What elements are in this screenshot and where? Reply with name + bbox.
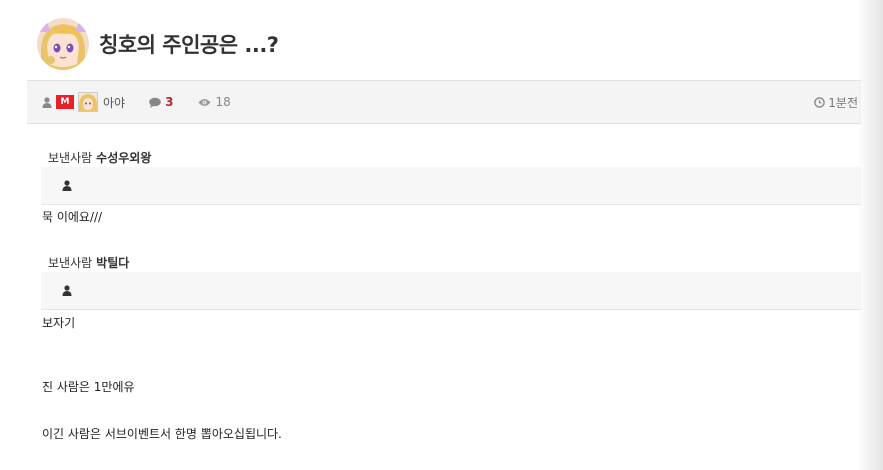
user-icon (62, 180, 72, 191)
clock-icon (814, 97, 826, 108)
sender-name[interactable]: 수성우외왕 (96, 151, 151, 165)
comment-count-group[interactable]: 3 (149, 95, 173, 109)
sender-label: 보낸사람 (48, 256, 93, 270)
author-avatar[interactable] (37, 18, 89, 70)
level-badge: M (56, 95, 74, 109)
sender-box-2 (41, 272, 861, 310)
sender-name[interactable]: 박틸다 (96, 256, 129, 270)
sender-box-1 (41, 167, 861, 205)
message-body-1: 묵 이에요/// (42, 210, 103, 224)
author-name[interactable]: 아야 (103, 94, 125, 111)
closing-line-1: 진 사람은 1만에유 (42, 380, 135, 394)
right-edge-shadow (857, 0, 883, 470)
closing-line-2: 이긴 사람은 서브이벤트서 한명 뽑아오십됩니다. (42, 427, 282, 441)
time-ago: 1분전 (828, 96, 858, 110)
comment-icon (149, 97, 161, 108)
user-icon (62, 285, 72, 296)
comment-count: 3 (165, 95, 174, 109)
user-icon (42, 96, 52, 108)
page: 칭호의 주인공은 ...? M 아야 3 18 1분전 보낸사람 수성우외왕 묵… (0, 0, 883, 470)
view-count-group: 18 (198, 95, 231, 109)
sender-line-1: 보낸사람 수성우외왕 (48, 149, 151, 166)
post-time: 1분전 (814, 94, 858, 111)
anime-avatar-image (37, 18, 89, 70)
post-header: 칭호의 주인공은 ...? (37, 18, 279, 70)
author-mini-avatar[interactable] (78, 92, 98, 112)
eye-icon (198, 98, 211, 107)
post-title: 칭호의 주인공은 ...? (99, 33, 279, 57)
sender-line-2: 보낸사람 박틸다 (48, 254, 129, 271)
message-body-2: 보자기 (42, 316, 76, 330)
post-meta-bar: M 아야 3 18 1분전 (27, 80, 861, 124)
sender-label: 보낸사람 (48, 151, 93, 165)
mini-avatar-image (79, 93, 97, 111)
view-count: 18 (215, 95, 231, 109)
post-meta-left: M 아야 3 18 (42, 92, 231, 112)
